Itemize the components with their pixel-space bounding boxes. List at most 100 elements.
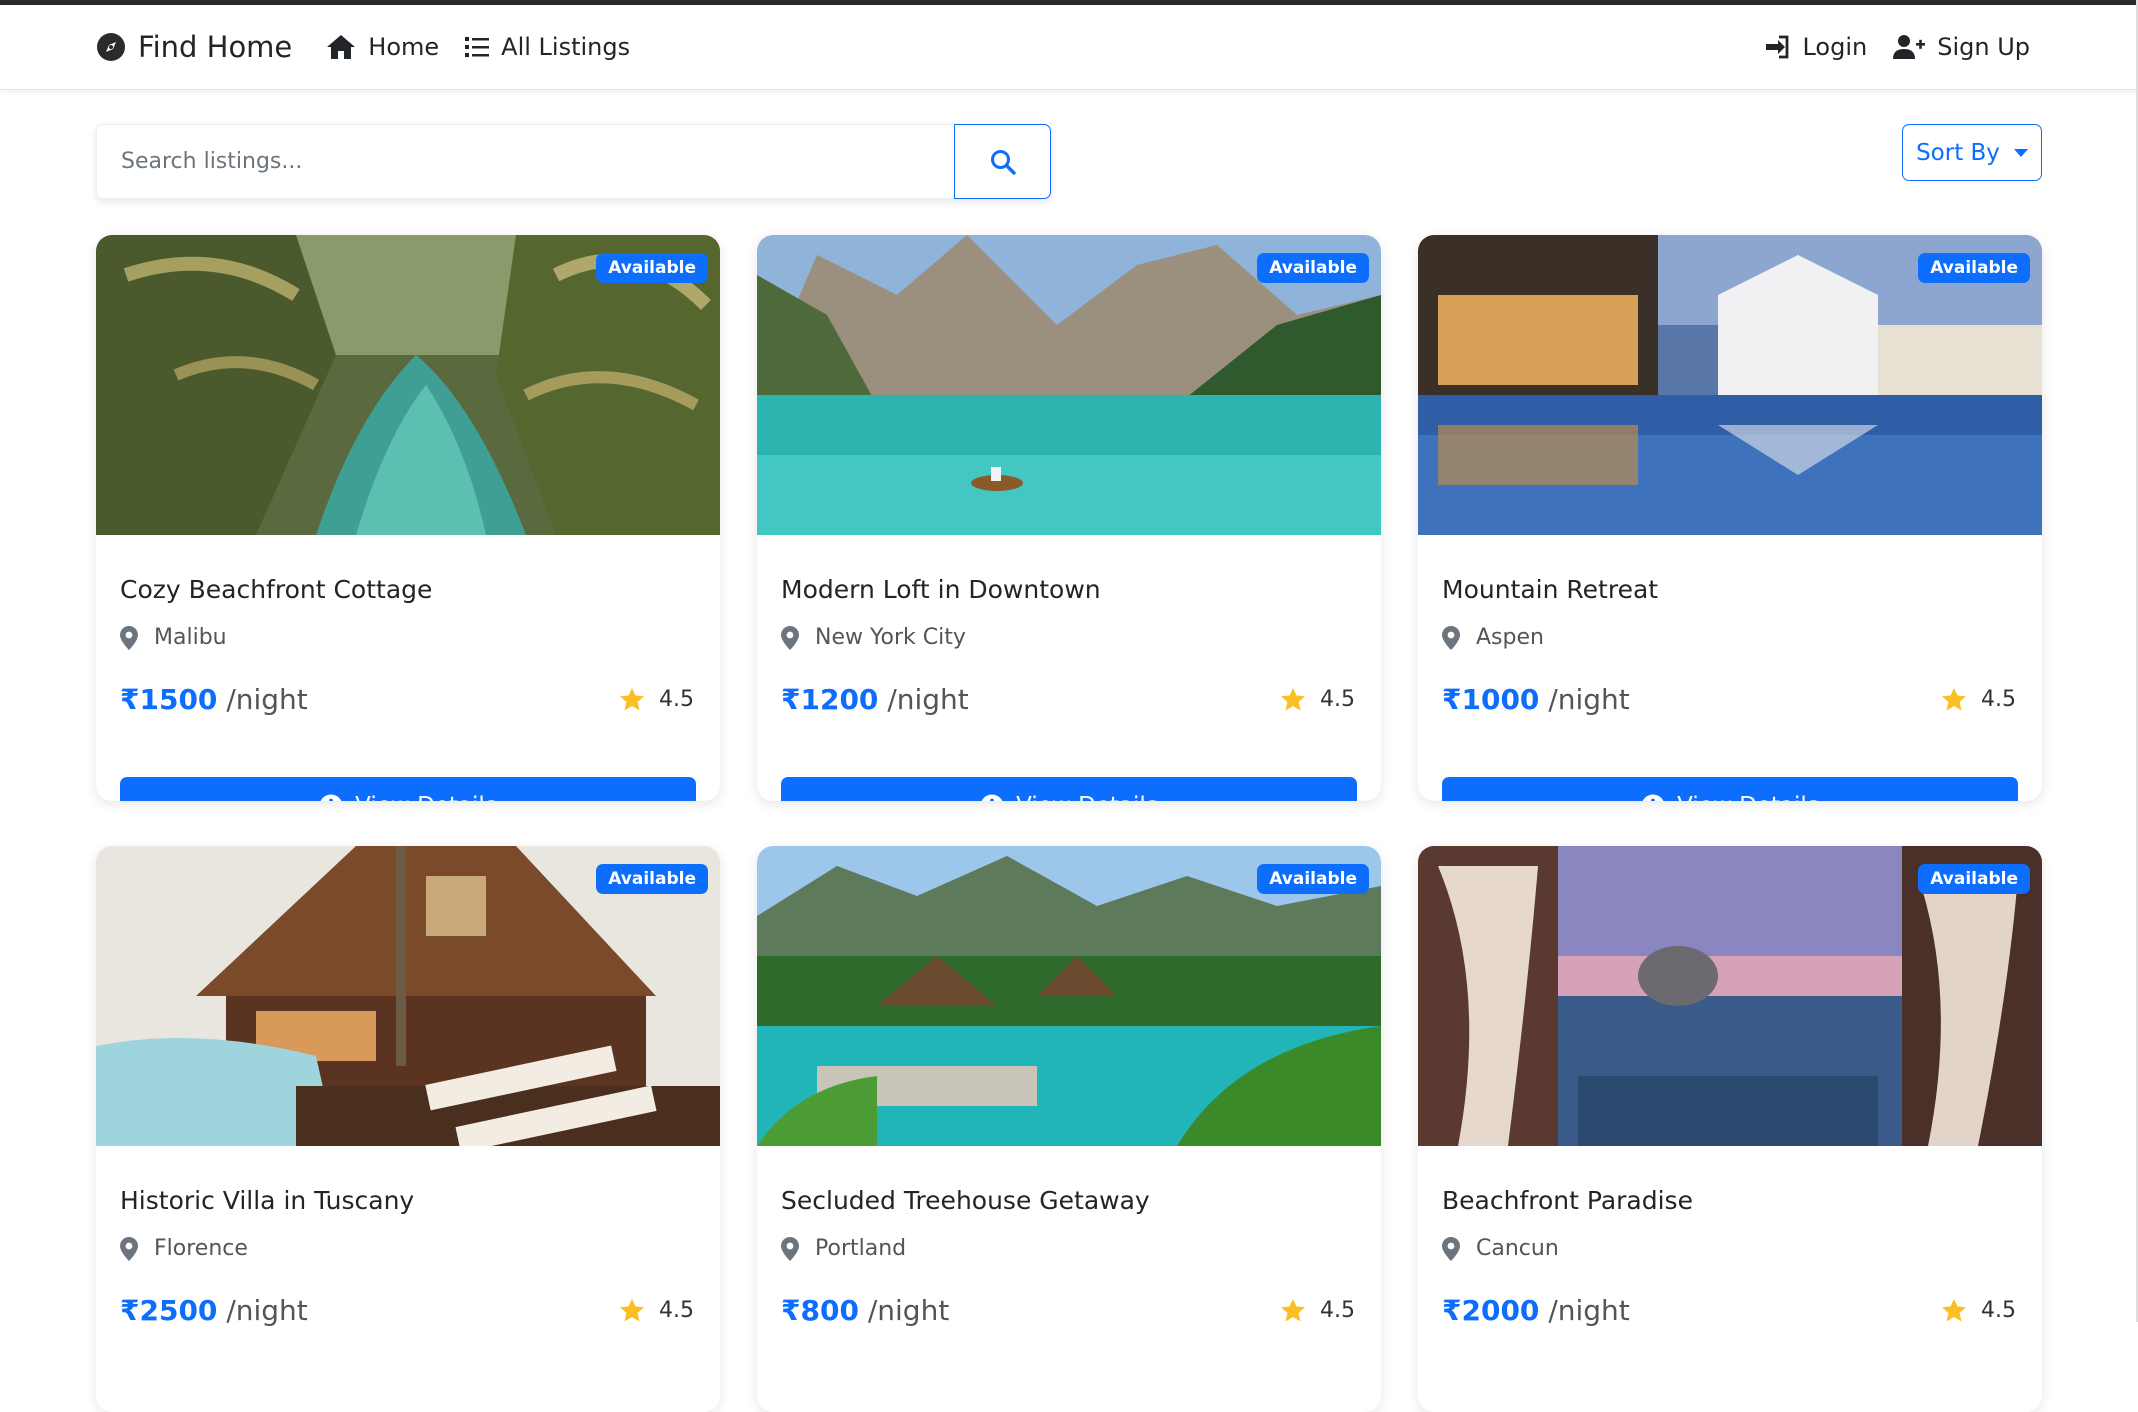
info-circle-icon	[1642, 794, 1664, 801]
price-amount: ₹2500	[120, 1294, 218, 1327]
listing-rating: 4.5	[1941, 1298, 2016, 1323]
price-row: ₹1200 /night 4.5	[781, 683, 1357, 716]
star-icon	[1281, 1299, 1305, 1322]
map-pin-icon	[1442, 625, 1460, 650]
nav-left: Find Home Home All Listings	[96, 5, 656, 89]
user-plus-icon	[1893, 35, 1926, 59]
listing-title[interactable]: Secluded Treehouse Getaway	[781, 1186, 1150, 1215]
search-input[interactable]	[96, 124, 954, 199]
view-details-label: View Details	[1016, 793, 1158, 802]
listing-card: Available Cozy Beachfront Cottage Malibu…	[96, 235, 720, 801]
rating-value: 4.5	[1320, 1298, 1355, 1323]
listing-location: Portland	[781, 1236, 906, 1261]
login-label: Login	[1802, 33, 1868, 61]
listing-rating: 4.5	[619, 687, 694, 712]
listing-price: ₹1000 /night	[1442, 683, 1630, 716]
listing-price: ₹1500 /night	[120, 683, 308, 716]
list-icon	[465, 37, 490, 57]
nav-right: Login Sign Up	[1738, 5, 2030, 89]
view-details-button[interactable]: View Details	[120, 777, 696, 801]
home-icon	[327, 35, 356, 59]
price-unit: /night	[867, 1294, 950, 1327]
price-amount: ₹1500	[120, 683, 218, 716]
price-row: ₹2500 /night 4.5	[120, 1294, 696, 1327]
sign-in-icon	[1766, 35, 1789, 59]
location-text: Aspen	[1476, 625, 1544, 650]
view-details-button[interactable]: View Details	[781, 777, 1357, 801]
star-icon	[1942, 688, 1966, 711]
listing-image[interactable]: Available	[1418, 235, 2042, 535]
login-link[interactable]: Login	[1764, 33, 1867, 61]
map-pin-icon	[781, 1236, 799, 1261]
map-pin-icon	[1442, 1236, 1460, 1261]
rating-value: 4.5	[1981, 1298, 2016, 1323]
availability-badge: Available	[596, 864, 708, 894]
price-unit: /night	[887, 683, 969, 716]
search-icon	[990, 149, 1016, 175]
listing-card: Available Secluded Treehouse Getaway Por…	[757, 846, 1381, 1412]
price-unit: /night	[1548, 683, 1630, 716]
listing-location: New York City	[781, 625, 966, 650]
rating-value: 4.5	[1981, 687, 2016, 712]
nav-home-link[interactable]: Home	[326, 33, 439, 61]
listing-image[interactable]: Available	[96, 235, 720, 535]
view-details-label: View Details	[355, 793, 497, 802]
map-pin-icon	[120, 625, 138, 650]
rating-value: 4.5	[1320, 687, 1355, 712]
location-text: Florence	[154, 1236, 248, 1261]
listing-title[interactable]: Historic Villa in Tuscany	[120, 1186, 414, 1215]
listing-location: Florence	[120, 1236, 248, 1261]
info-circle-icon	[981, 794, 1003, 801]
map-pin-icon	[781, 625, 799, 650]
sort-by-dropdown[interactable]: Sort By	[1902, 124, 2042, 181]
price-unit: /night	[226, 683, 308, 716]
search-button[interactable]	[954, 124, 1051, 199]
signup-link[interactable]: Sign Up	[1893, 33, 2030, 61]
location-text: New York City	[815, 625, 966, 650]
listing-image[interactable]: Available	[96, 846, 720, 1146]
price-amount: ₹1200	[781, 683, 879, 716]
price-row: ₹1000 /night 4.5	[1442, 683, 2018, 716]
price-row: ₹1500 /night 4.5	[120, 683, 696, 716]
availability-badge: Available	[1918, 253, 2030, 283]
view-details-label: View Details	[1677, 793, 1819, 802]
compass-icon	[97, 33, 125, 61]
listing-card: Available Mountain Retreat Aspen ₹1000 /…	[1418, 235, 2042, 801]
star-icon	[620, 1299, 644, 1322]
location-text: Malibu	[154, 625, 227, 650]
listing-price: ₹800 /night	[781, 1294, 949, 1327]
rating-value: 4.5	[659, 1298, 694, 1323]
listing-card: Available Modern Loft in Downtown New Yo…	[757, 235, 1381, 801]
listing-location: Aspen	[1442, 625, 1544, 650]
listing-rating: 4.5	[1941, 687, 2016, 712]
listing-location: Cancun	[1442, 1236, 1559, 1261]
nav-all-listings-label: All Listings	[501, 33, 631, 61]
location-text: Cancun	[1476, 1236, 1559, 1261]
listing-image[interactable]: Available	[757, 846, 1381, 1146]
listing-rating: 4.5	[1280, 687, 1355, 712]
brand-link[interactable]: Find Home	[96, 30, 292, 64]
listing-image[interactable]: Available	[757, 235, 1381, 535]
nav-all-listings-link[interactable]: All Listings	[465, 33, 630, 61]
view-details-button[interactable]: View Details	[1442, 777, 2018, 801]
map-pin-icon	[120, 1236, 138, 1261]
listing-title[interactable]: Modern Loft in Downtown	[781, 575, 1101, 604]
availability-badge: Available	[596, 253, 708, 283]
price-row: ₹2000 /night 4.5	[1442, 1294, 2018, 1327]
price-amount: ₹800	[781, 1294, 859, 1327]
availability-badge: Available	[1918, 864, 2030, 894]
listing-price: ₹1200 /night	[781, 683, 969, 716]
listing-rating: 4.5	[1280, 1298, 1355, 1323]
listing-image[interactable]: Available	[1418, 846, 2042, 1146]
star-icon	[620, 688, 644, 711]
nav-home-label: Home	[368, 33, 440, 61]
listing-title[interactable]: Beachfront Paradise	[1442, 1186, 1693, 1215]
availability-badge: Available	[1257, 253, 1369, 283]
info-circle-icon	[320, 794, 342, 801]
listing-title[interactable]: Mountain Retreat	[1442, 575, 1658, 604]
listing-card: Available Historic Villa in Tuscany Flor…	[96, 846, 720, 1412]
listing-card: Available Beachfront Paradise Cancun ₹20…	[1418, 846, 2042, 1412]
price-unit: /night	[1548, 1294, 1630, 1327]
sort-by-label: Sort By	[1916, 139, 2000, 166]
listing-title[interactable]: Cozy Beachfront Cottage	[120, 575, 432, 604]
